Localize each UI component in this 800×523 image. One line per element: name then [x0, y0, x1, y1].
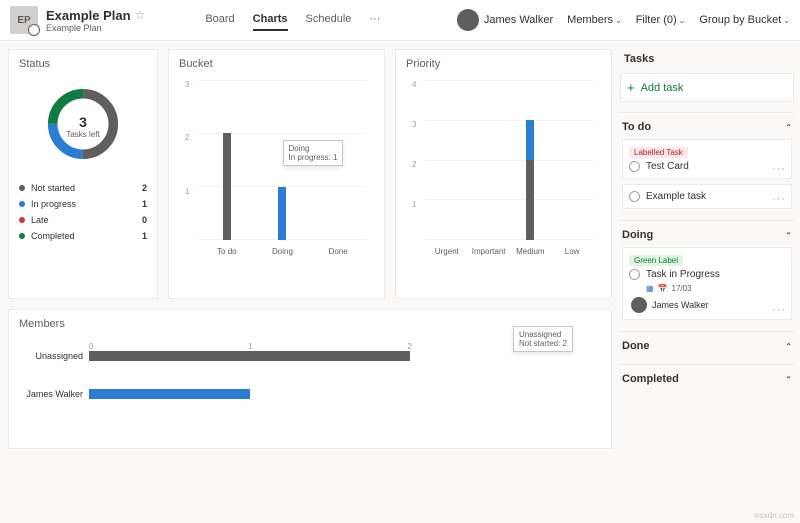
bar-segment[interactable]: [526, 160, 534, 240]
task-label: Green Label: [629, 255, 683, 266]
section-header[interactable]: Completed⌃: [622, 371, 792, 391]
donut-center-value: 3: [66, 114, 99, 130]
tab-board[interactable]: Board: [205, 9, 234, 31]
bar-segment[interactable]: [223, 133, 231, 240]
plan-title: Example Plan: [46, 8, 131, 23]
complete-circle-icon[interactable]: [629, 161, 640, 172]
task-section: Done⌃: [620, 331, 794, 364]
status-chart-card: Status 3 Tasks left Not started2In progr…: [8, 49, 158, 299]
complete-circle-icon[interactable]: [629, 269, 640, 280]
task-section: Doing⌃Green LabelTask in Progress▦📅17/03…: [620, 220, 794, 331]
bar-column: Urgent: [432, 80, 462, 240]
priority-chart-card: Priority 4321UrgentImportantMediumLow: [395, 49, 612, 299]
more-icon[interactable]: ···: [772, 304, 786, 316]
add-task-label: Add task: [641, 82, 684, 94]
task-assignee: James Walker: [631, 297, 785, 313]
bar-segment[interactable]: [89, 351, 410, 361]
section-header[interactable]: Done⌃: [622, 338, 792, 358]
plan-badge: EP: [10, 6, 38, 34]
legend-item: Completed1: [19, 228, 147, 244]
avatar-icon: [631, 297, 647, 313]
bar-segment[interactable]: [89, 389, 250, 399]
watermark: wsxdn.com: [754, 511, 794, 520]
priority-bar-chart: 4321UrgentImportantMediumLow: [426, 80, 593, 260]
members-chart-card: Members 0123UnassignedUnassignedNot star…: [8, 309, 612, 449]
task-section: To do⌃Labelled TaskTest Card···Example t…: [620, 112, 794, 220]
avatar-icon: [457, 9, 479, 31]
bar-column: Medium: [515, 80, 545, 240]
chevron-up-icon: ⌃: [785, 375, 792, 384]
filter-dropdown[interactable]: Filter (0)⌄: [636, 14, 686, 26]
plus-icon: +: [627, 80, 635, 95]
member-row: James Walker: [89, 382, 571, 406]
task-section: Completed⌃: [620, 364, 794, 397]
charts-area: Status 3 Tasks left Not started2In progr…: [0, 41, 620, 522]
favorite-star-icon[interactable]: ☆: [135, 8, 146, 22]
calendar-icon: ▦: [646, 284, 654, 293]
main-content: Status 3 Tasks left Not started2In progr…: [0, 41, 800, 522]
task-card[interactable]: Example task ···: [622, 184, 792, 209]
bar-column: Low: [557, 80, 587, 240]
bar-segment[interactable]: [526, 120, 534, 160]
sidebar-title: Tasks: [620, 49, 794, 73]
legend-item: In progress1: [19, 196, 147, 212]
task-title: Task in Progress: [646, 269, 720, 280]
bar-segment[interactable]: [278, 187, 286, 240]
tab-···[interactable]: ···: [369, 9, 380, 31]
task-title: Example task: [646, 191, 706, 202]
task-title: Test Card: [646, 161, 689, 172]
chevron-up-icon: ⌃: [785, 231, 792, 240]
more-icon[interactable]: ···: [772, 193, 786, 205]
tasks-sidebar: Tasks + Add task To do⌃ Labelled Task Test…: [620, 41, 800, 522]
bucket-chart-card: Bucket 321To doDoingDoneDoingIn progress…: [168, 49, 385, 299]
add-task-button[interactable]: + Add task: [620, 73, 794, 102]
card-title: Priority: [406, 58, 601, 70]
task-card[interactable]: Labelled Task Test Card ···: [622, 139, 792, 179]
app-header: EP Example Plan ☆ Example Plan Board Char…: [0, 0, 800, 41]
group-dropdown[interactable]: Group by Bucket⌄: [699, 14, 790, 26]
member-row: UnassignedUnassignedNot started: 2: [89, 344, 571, 368]
current-user[interactable]: James Walker: [457, 9, 553, 31]
donut-center-label: Tasks left: [66, 130, 99, 139]
card-title: Status: [19, 58, 147, 70]
complete-circle-icon[interactable]: [629, 191, 640, 202]
plan-subtitle: Example Plan: [46, 23, 145, 33]
bucket-bar-chart: 321To doDoingDoneDoingIn progress: 1: [199, 80, 366, 260]
chevron-up-icon: ⌃: [785, 342, 792, 351]
members-dropdown[interactable]: Members⌄: [567, 14, 622, 26]
task-label: Labelled Task: [629, 147, 688, 158]
card-title: Bucket: [179, 58, 374, 70]
legend-item: Late0: [19, 212, 147, 228]
section-header[interactable]: To do⌃: [622, 119, 792, 139]
plan-title-block: Example Plan ☆ Example Plan: [46, 8, 145, 33]
tab-charts[interactable]: Charts: [253, 9, 288, 31]
members-bar-chart: 0123UnassignedUnassignedNot started: 2Ja…: [89, 344, 571, 434]
header-right: James Walker Members⌄ Filter (0)⌄ Group …: [457, 9, 790, 31]
section-header[interactable]: Doing⌃: [622, 227, 792, 247]
tab-schedule[interactable]: Schedule: [306, 9, 352, 31]
bar-column: To do: [212, 80, 242, 240]
view-tabs: Board Charts Schedule ···: [205, 9, 380, 31]
more-icon[interactable]: ···: [772, 163, 786, 175]
bar-column: Important: [474, 80, 504, 240]
task-card[interactable]: Green LabelTask in Progress▦📅17/03James …: [622, 247, 792, 320]
chevron-up-icon: ⌃: [785, 123, 792, 132]
date-icon: 📅: [658, 284, 668, 293]
legend-item: Not started2: [19, 180, 147, 196]
user-name: James Walker: [484, 14, 553, 26]
status-legend: Not started2In progress1Late0Completed1: [19, 180, 147, 244]
